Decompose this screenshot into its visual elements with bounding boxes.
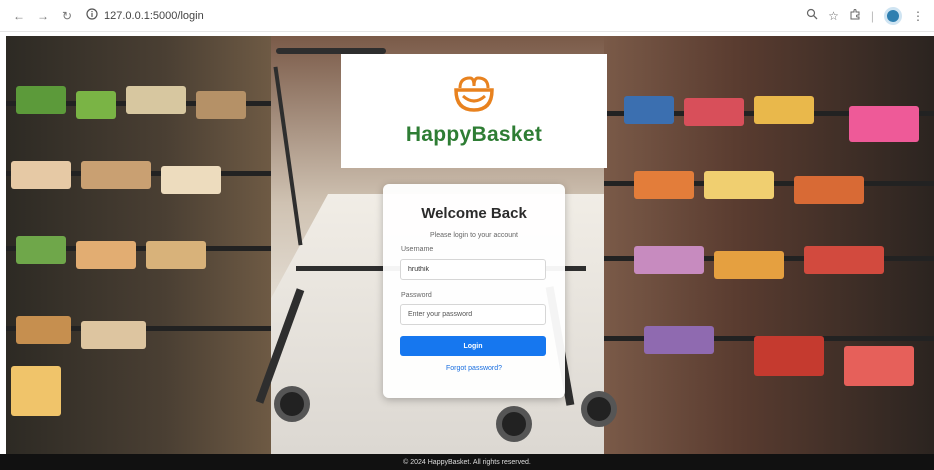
basket-logo-icon (452, 75, 496, 119)
browser-toolbar: ← → ↻ 127.0.0.1:5000/login ☆ | ⋮ (0, 0, 934, 32)
login-subtitle: Please login to your account (430, 232, 518, 239)
login-button[interactable]: Login (400, 336, 546, 356)
site-info-icon[interactable] (86, 7, 98, 25)
login-card: Welcome Back Please login to your accoun… (383, 184, 565, 398)
menu-kebab-icon[interactable]: ⋮ (912, 9, 924, 23)
brand-logo-panel: HappyBasket (341, 54, 607, 168)
page-viewport: HappyBasket Welcome Back Please login to… (6, 36, 934, 454)
profile-avatar[interactable] (884, 6, 902, 25)
footer-copyright: © 2024 HappyBasket. All rights reserved. (403, 458, 531, 466)
username-label: Username (401, 246, 434, 253)
username-input[interactable] (400, 259, 546, 280)
back-icon[interactable]: ← (10, 7, 28, 25)
password-label: Password (401, 292, 432, 299)
forgot-password-link[interactable]: Forgot password? (400, 365, 548, 372)
login-title: Welcome Back (421, 205, 527, 222)
page-footer: © 2024 HappyBasket. All rights reserved. (0, 454, 934, 470)
bookmark-star-icon[interactable]: ☆ (828, 9, 839, 23)
forward-icon[interactable]: → (34, 7, 52, 25)
toolbar-divider: | (870, 8, 874, 23)
zoom-icon[interactable] (806, 8, 818, 23)
reload-icon[interactable]: ↻ (58, 7, 76, 25)
address-bar[interactable]: 127.0.0.1:5000/login (86, 5, 204, 27)
url-text[interactable]: 127.0.0.1:5000/login (104, 10, 204, 22)
brand-name: HappyBasket (405, 122, 543, 146)
extensions-icon[interactable] (849, 8, 861, 23)
password-input[interactable] (400, 304, 546, 325)
